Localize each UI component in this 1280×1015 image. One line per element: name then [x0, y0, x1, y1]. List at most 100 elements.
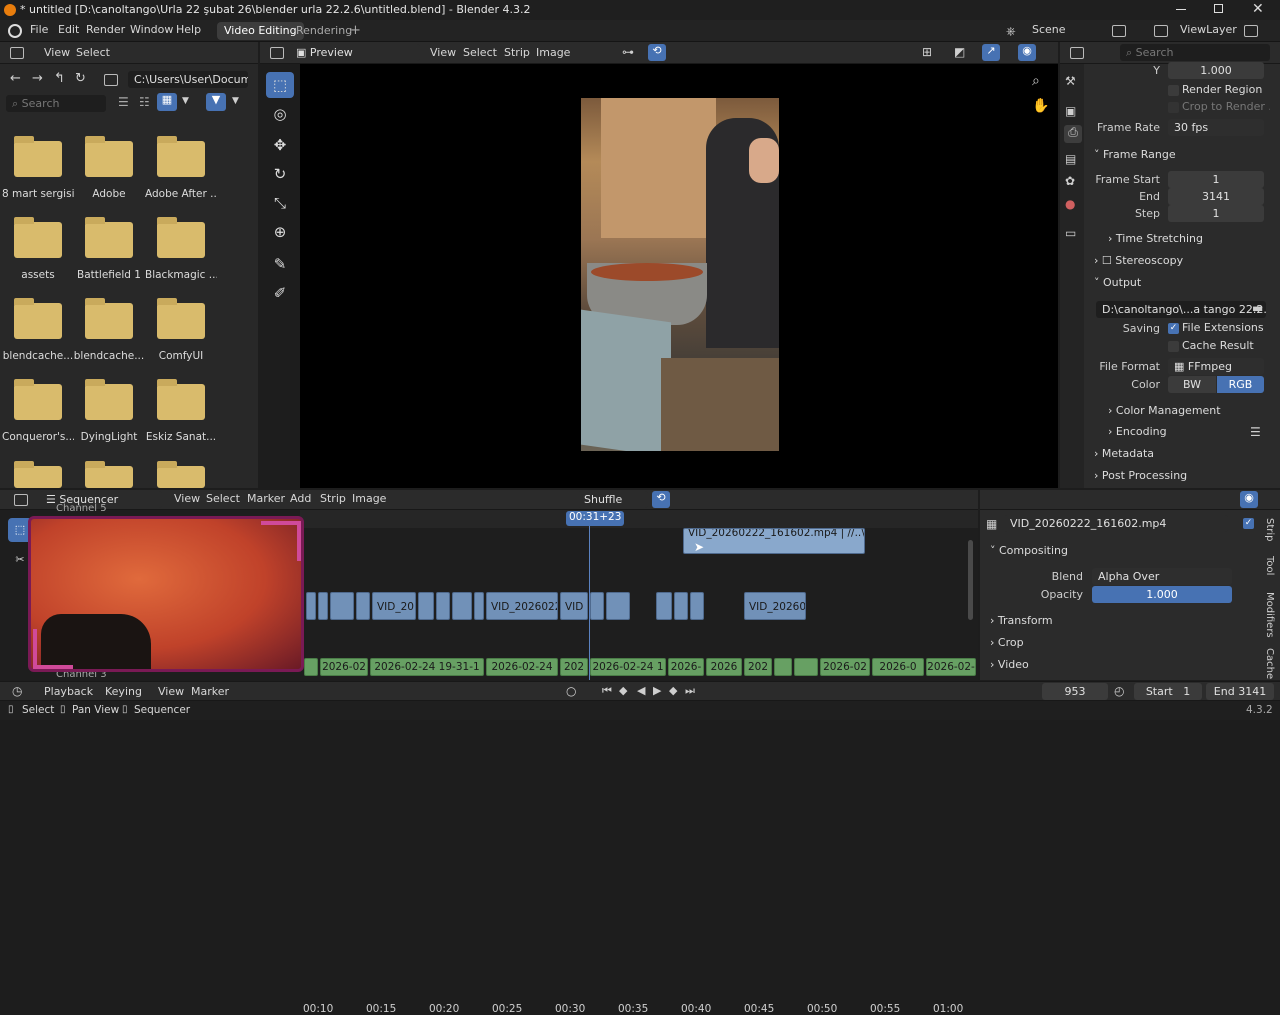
post-processing-panel[interactable]: › Post Processing	[1094, 469, 1187, 482]
filter-chevron-icon[interactable]: ▼	[232, 96, 239, 106]
timeline-editor-icon[interactable]: ◷	[12, 684, 22, 698]
maximize-icon[interactable]	[1214, 4, 1223, 13]
close-icon[interactable]: ✕	[1252, 1, 1264, 17]
new-view-layer-icon[interactable]	[1244, 25, 1258, 37]
minimize-icon[interactable]	[1176, 9, 1186, 10]
folder-item[interactable]: DyingLight	[73, 379, 145, 450]
preview-strip-menu[interactable]: Strip	[504, 46, 530, 59]
file-select-menu[interactable]: Select	[76, 46, 110, 59]
folder-item[interactable]: Eskiz Sanat...	[145, 379, 217, 450]
folder-item[interactable]: assets	[2, 217, 74, 288]
forward-icon[interactable]: →	[32, 71, 43, 86]
metadata-panel[interactable]: › Metadata	[1094, 447, 1154, 460]
scene-tab-icon[interactable]: ✿	[1065, 174, 1075, 188]
keying-menu[interactable]: Keying	[105, 685, 142, 698]
audio-strip[interactable]	[304, 658, 318, 676]
new-folder-icon[interactable]	[104, 74, 118, 86]
video-strip[interactable]	[674, 592, 688, 620]
new-scene-icon[interactable]	[1112, 25, 1126, 37]
menu-help[interactable]: Help	[176, 23, 201, 36]
strip-name-field[interactable]: VID_20260222_161602.mp4	[1004, 515, 1228, 532]
video-strip[interactable]: VID_20	[372, 592, 416, 620]
play-reverse-icon[interactable]: ◀	[637, 684, 645, 697]
folder-item[interactable]: Conqueror's...	[2, 379, 74, 450]
stereoscopy-panel[interactable]: › ☐ Stereoscopy	[1094, 254, 1183, 267]
seq-image-menu[interactable]: Image	[352, 492, 386, 505]
auto-key-icon[interactable]: ○	[566, 684, 576, 698]
video-panel[interactable]: › Video	[990, 658, 1029, 671]
video-strip[interactable]	[656, 592, 672, 620]
video-strip[interactable]	[436, 592, 450, 620]
frame-step-field[interactable]: 1	[1168, 205, 1264, 222]
opacity-slider[interactable]: 1.000	[1092, 586, 1232, 603]
list-vertical-icon[interactable]: ☰	[118, 95, 129, 109]
crop-panel[interactable]: › Crop	[990, 636, 1024, 649]
seq-strip-menu[interactable]: Strip	[320, 492, 346, 505]
frame-end-field[interactable]: 3141	[1168, 188, 1264, 205]
rotate-tool[interactable]: ↻	[266, 161, 294, 187]
snap-icon[interactable]: ⟲	[652, 491, 670, 508]
video-strip[interactable]	[306, 592, 316, 620]
sample-tool[interactable]: ✎	[266, 251, 294, 277]
editor-type-icon[interactable]	[1070, 47, 1084, 59]
folder-item[interactable]: Adobe After ...	[145, 136, 217, 207]
menu-render[interactable]: Render	[86, 23, 125, 36]
tab-strip[interactable]: Strip	[1264, 518, 1275, 542]
playhead-line[interactable]	[589, 520, 590, 680]
editor-type-icon[interactable]	[14, 494, 28, 506]
blend-dropdown[interactable]: Alpha Over	[1092, 568, 1232, 585]
display-overlay-icon[interactable]: ◉	[1018, 44, 1036, 61]
audio-strip[interactable]: 2026-02-24 19-31-1	[370, 658, 484, 676]
transform-gizmo-icon[interactable]: ↗	[982, 44, 1000, 61]
editor-type-icon[interactable]	[270, 47, 284, 59]
list-horizontal-icon[interactable]: ☷	[139, 95, 150, 109]
current-frame-field[interactable]: 953	[1042, 683, 1108, 700]
filter-icon[interactable]: ▼	[206, 93, 226, 111]
folder-item[interactable]: Adobe	[73, 136, 145, 207]
back-icon[interactable]: ←	[10, 71, 21, 86]
audio-strip[interactable]: 2026-02-24	[486, 658, 558, 676]
move-tool[interactable]: ✥	[266, 132, 294, 158]
frame-rate-dropdown[interactable]: 30 fps	[1168, 119, 1264, 136]
output-tab-icon[interactable]: ⎙	[1064, 125, 1082, 143]
annotate-tool[interactable]: ✐	[266, 280, 294, 306]
time-ruler[interactable]	[300, 510, 978, 528]
audio-strip[interactable]: 2026-02	[320, 658, 368, 676]
menu-window[interactable]: Window	[130, 23, 173, 36]
transform-panel[interactable]: › Transform	[990, 614, 1053, 627]
audio-strip[interactable]: 202	[744, 658, 772, 676]
start-frame-field[interactable]: Start 1	[1134, 683, 1202, 700]
video-strip[interactable]	[474, 592, 484, 620]
presets-list-icon[interactable]: ☰	[1250, 425, 1261, 439]
scene-icon[interactable]: ⎈	[1006, 24, 1016, 39]
thumbnails-icon[interactable]: ▦	[157, 93, 177, 111]
tab-modifiers[interactable]: Modifiers	[1264, 592, 1275, 638]
view-layer-icon[interactable]	[1154, 25, 1168, 37]
folder-item[interactable]: ComfyUI	[145, 298, 217, 369]
audio-strip[interactable]: 2026-	[668, 658, 704, 676]
tab-rendering[interactable]: Rendering	[289, 22, 359, 40]
preview-mode-dropdown[interactable]: ▣ Preview	[290, 44, 420, 61]
frame-start-field[interactable]: 1	[1168, 171, 1264, 188]
next-key-icon[interactable]: ◆	[669, 684, 677, 697]
pivot-icon[interactable]: ⊶	[622, 45, 634, 59]
scene-name[interactable]: Scene	[1032, 23, 1066, 36]
audio-strip[interactable]	[774, 658, 792, 676]
cache-result-checkbox[interactable]	[1168, 341, 1179, 352]
tool-tab-icon[interactable]: ⚒	[1065, 74, 1076, 88]
video-strip[interactable]	[318, 592, 328, 620]
audio-strip[interactable]: 2026-02-24 1	[590, 658, 666, 676]
blender-menu-icon[interactable]	[8, 24, 22, 38]
timeline-view-menu[interactable]: View	[158, 685, 184, 698]
audio-strip[interactable]: 2026	[706, 658, 742, 676]
playhead-time[interactable]: 00:31+23	[566, 511, 625, 526]
video-strip[interactable]	[590, 592, 604, 620]
strip-mute-checkbox[interactable]: ✓	[1243, 518, 1254, 529]
file-ext-checkbox[interactable]: ✓	[1168, 323, 1179, 334]
video-strip[interactable]	[418, 592, 434, 620]
compositing-panel[interactable]: ˅ Compositing	[990, 544, 1068, 557]
audio-strip[interactable]: 2026-02	[820, 658, 870, 676]
time-stretching-panel[interactable]: › Time Stretching	[1108, 232, 1203, 245]
refresh-icon[interactable]: ↻	[75, 71, 86, 86]
parent-dir-icon[interactable]: ↰	[54, 71, 65, 86]
